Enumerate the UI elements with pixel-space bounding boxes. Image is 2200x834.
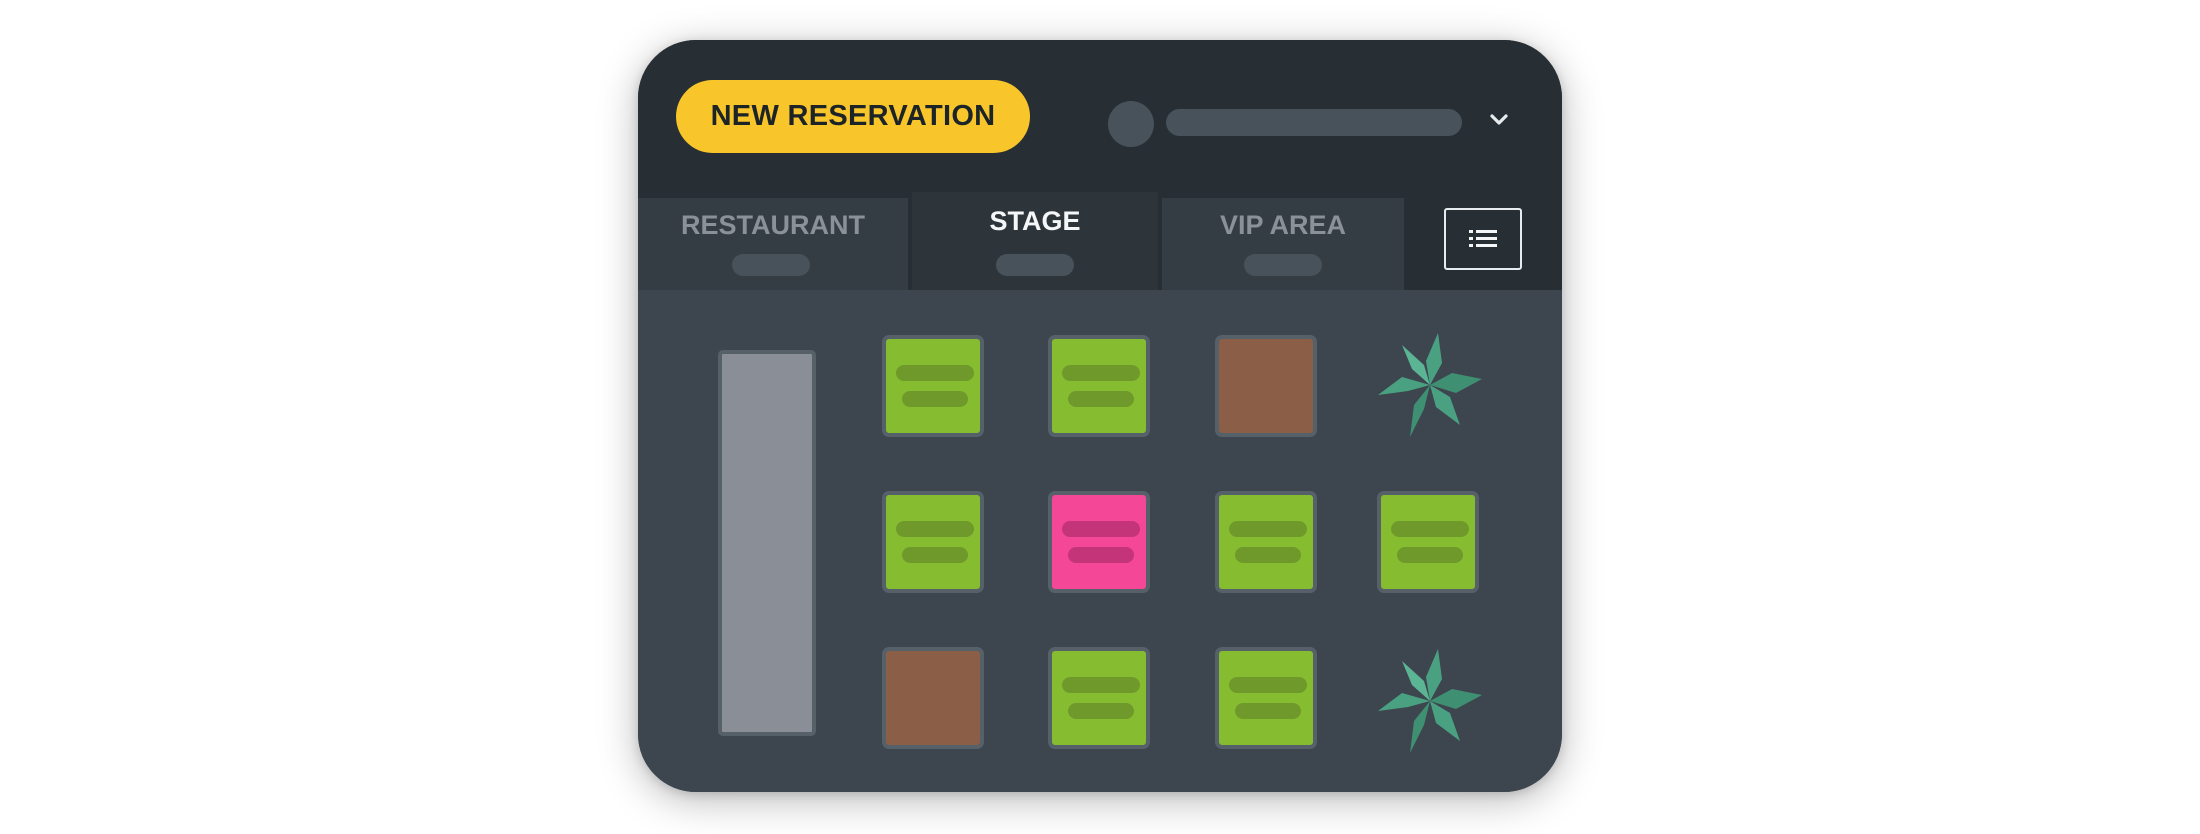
table[interactable] xyxy=(882,335,984,437)
table[interactable] xyxy=(882,491,984,593)
list-view-button[interactable] xyxy=(1444,208,1522,270)
table[interactable] xyxy=(1048,491,1150,593)
plant-icon xyxy=(1378,649,1482,753)
table-label-placeholder xyxy=(1235,547,1301,563)
tab-label: VIP AREA xyxy=(1219,210,1347,240)
new-reservation-button[interactable]: NEW RESERVATION xyxy=(676,80,1030,153)
table-label-placeholder xyxy=(1068,703,1134,719)
table-label-placeholder xyxy=(1391,521,1469,537)
tab-count-placeholder xyxy=(732,254,810,276)
plant-icon xyxy=(1378,333,1482,437)
list-icon xyxy=(1469,230,1497,247)
table-label-placeholder xyxy=(902,547,968,563)
header-bar: NEW RESERVATION xyxy=(638,40,1562,198)
table-label-placeholder xyxy=(896,365,974,381)
table-label-placeholder xyxy=(1235,703,1301,719)
stage-block xyxy=(718,350,816,736)
chevron-down-icon[interactable] xyxy=(1484,105,1514,135)
avatar[interactable] xyxy=(1108,101,1154,147)
table[interactable] xyxy=(1215,491,1317,593)
table-label-placeholder xyxy=(1068,391,1134,407)
table-label-placeholder xyxy=(1062,521,1140,537)
floor-plan-card: NEW RESERVATION RESTAURANT STAGE VIP ARE… xyxy=(638,40,1562,792)
table-label-placeholder xyxy=(1062,365,1140,381)
table[interactable] xyxy=(1215,647,1317,749)
tab-label: STAGE xyxy=(989,206,1081,236)
table[interactable] xyxy=(1048,647,1150,749)
tab-label: RESTAURANT xyxy=(681,210,865,240)
table-label-placeholder xyxy=(1068,547,1134,563)
table[interactable] xyxy=(882,647,984,749)
table[interactable] xyxy=(1377,491,1479,593)
tab-count-placeholder xyxy=(996,254,1074,276)
table-label-placeholder xyxy=(1229,521,1307,537)
table[interactable] xyxy=(1048,335,1150,437)
table-label-placeholder xyxy=(1229,677,1307,693)
table[interactable] xyxy=(1215,335,1317,437)
table-label-placeholder xyxy=(1062,677,1140,693)
table-label-placeholder xyxy=(1397,547,1463,563)
user-name-placeholder[interactable] xyxy=(1166,109,1462,136)
table-label-placeholder xyxy=(902,391,968,407)
tab-count-placeholder xyxy=(1244,254,1322,276)
table-label-placeholder xyxy=(896,521,974,537)
